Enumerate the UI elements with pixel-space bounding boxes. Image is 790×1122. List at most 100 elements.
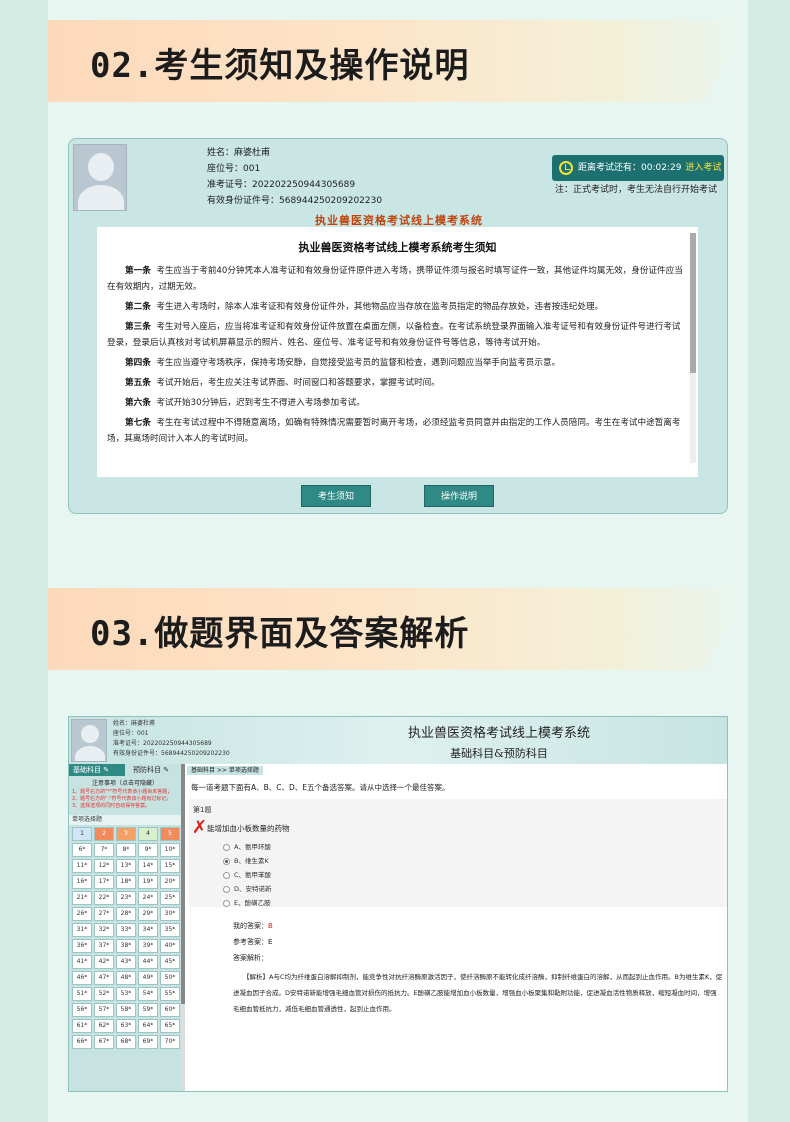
question-cell[interactable]: 61* bbox=[72, 1019, 92, 1033]
question-cell[interactable]: 30* bbox=[160, 907, 180, 921]
question-cell[interactable]: 58* bbox=[116, 1003, 136, 1017]
question-cell[interactable]: 54* bbox=[138, 987, 158, 1001]
question-cell[interactable]: 9* bbox=[138, 843, 158, 857]
article: 第三条 考生对号入座后，应当将准考证和有效身份证件放置在桌面左侧，以备检查。在考… bbox=[107, 322, 681, 348]
question-cell[interactable]: 37* bbox=[94, 939, 114, 953]
question-cell[interactable]: 35* bbox=[160, 923, 180, 937]
question-cell[interactable]: 57* bbox=[94, 1003, 114, 1017]
question-cell[interactable]: 10* bbox=[160, 843, 180, 857]
exam-notice-panel: 姓名：麻婆杜甫 座位号：001 准考证号：202202250944305689 … bbox=[68, 138, 728, 514]
question-cell[interactable]: 65* bbox=[160, 1019, 180, 1033]
question-cell[interactable]: 44* bbox=[138, 955, 158, 969]
question-cell[interactable]: 3 bbox=[116, 827, 136, 841]
question-cell[interactable]: 17* bbox=[94, 875, 114, 889]
question-cell[interactable]: 56* bbox=[72, 1003, 92, 1017]
question-cell[interactable]: 31* bbox=[72, 923, 92, 937]
question-cell[interactable]: 28* bbox=[116, 907, 136, 921]
option-a[interactable]: A、氨甲环酸 bbox=[223, 841, 271, 851]
question-cell[interactable]: 22* bbox=[94, 891, 114, 905]
question-cell[interactable]: 15* bbox=[160, 859, 180, 873]
question-cell[interactable]: 69* bbox=[138, 1035, 158, 1049]
question-cell[interactable]: 48* bbox=[116, 971, 136, 985]
question-cell[interactable]: 68* bbox=[116, 1035, 136, 1049]
article: 第七条 考生在考试过程中不得随意离场，如确有特殊情况需要暂时离开考场，必须经监考… bbox=[107, 418, 681, 444]
question-cell[interactable]: 46* bbox=[72, 971, 92, 985]
operation-button[interactable]: 操作说明 bbox=[424, 485, 494, 507]
question-cell[interactable]: 40* bbox=[160, 939, 180, 953]
enter-exam-button[interactable]: 进入考试 bbox=[685, 163, 721, 173]
nav-scrollbar[interactable] bbox=[181, 764, 185, 1091]
question-cell[interactable]: 64* bbox=[138, 1019, 158, 1033]
question-cell[interactable]: 49* bbox=[138, 971, 158, 985]
question-cell[interactable]: 52* bbox=[94, 987, 114, 1001]
question-cell[interactable]: 27* bbox=[94, 907, 114, 921]
option-b[interactable]: B、维生素K bbox=[223, 855, 269, 865]
question-cell[interactable]: 5 bbox=[160, 827, 180, 841]
option-e[interactable]: E、酚磺乙胺 bbox=[223, 897, 271, 907]
question-cell[interactable]: 18* bbox=[116, 875, 136, 889]
question-cell[interactable]: 26* bbox=[72, 907, 92, 921]
notice-button[interactable]: 考生须知 bbox=[301, 485, 371, 507]
reference-answer: 参考答案：E bbox=[233, 938, 273, 946]
question-cell[interactable]: 53* bbox=[116, 987, 136, 1001]
avatar bbox=[73, 144, 127, 211]
question-cell[interactable]: 60* bbox=[160, 1003, 180, 1017]
question-cell[interactable]: 20* bbox=[160, 875, 180, 889]
question-cell[interactable]: 6* bbox=[72, 843, 92, 857]
candidate-name: 姓名：麻婆杜甫 bbox=[207, 148, 271, 158]
system-title: 执业兽医资格考试线上模考系统 bbox=[315, 214, 483, 227]
option-d[interactable]: D、安特诺新 bbox=[223, 883, 272, 893]
question-cell[interactable]: 70* bbox=[160, 1035, 180, 1049]
question-cell[interactable]: 62* bbox=[94, 1019, 114, 1033]
question-cell[interactable]: 39* bbox=[138, 939, 158, 953]
question-cell[interactable]: 63* bbox=[116, 1019, 136, 1033]
option-c[interactable]: C、氨甲苯酸 bbox=[223, 869, 271, 879]
exam-title: 执业兽医资格考试线上模考系统 bbox=[407, 726, 590, 741]
question-cell[interactable]: 43* bbox=[116, 955, 136, 969]
question-cell[interactable]: 1 bbox=[72, 827, 92, 841]
question-cell[interactable]: 38* bbox=[116, 939, 136, 953]
notice-document[interactable]: 执业兽医资格考试线上模考系统考生须知 第一条 考生应当于考前40分钟凭本人准考证… bbox=[97, 227, 698, 477]
radio-icon bbox=[223, 885, 230, 893]
question-cell[interactable]: 33* bbox=[116, 923, 136, 937]
question-cell[interactable]: 25* bbox=[160, 891, 180, 905]
notice-toggle[interactable]: 注意事项（点击可隐藏） bbox=[69, 778, 181, 787]
question-cell[interactable]: 45* bbox=[160, 955, 180, 969]
question-cell[interactable]: 42* bbox=[94, 955, 114, 969]
question-cell[interactable]: 21* bbox=[72, 891, 92, 905]
instruction: 每一道考题下面有A、B、C、D、E五个备选答案。请从中选择一个最佳答案。 bbox=[191, 783, 450, 792]
question-cell[interactable]: 16* bbox=[72, 875, 92, 889]
question-cell[interactable]: 29* bbox=[138, 907, 158, 921]
question-cell[interactable]: 14* bbox=[138, 859, 158, 873]
exam-header: 姓名：麻婆杜甫 座位号：001 准考证号：202202250944305689 … bbox=[69, 717, 727, 764]
question-cell[interactable]: 32* bbox=[94, 923, 114, 937]
question-cell[interactable]: 23* bbox=[116, 891, 136, 905]
question-cell[interactable]: 59* bbox=[138, 1003, 158, 1017]
wrong-icon: ✗ bbox=[192, 817, 208, 838]
question-cell[interactable]: 67* bbox=[94, 1035, 114, 1049]
question-cell[interactable]: 12* bbox=[94, 859, 114, 873]
question-nav: 基础科目 ✎ 预防科目 ✎ 注意事项（点击可隐藏） 1、题号右方的"*"符号代表… bbox=[69, 764, 181, 1091]
avatar bbox=[71, 719, 107, 762]
question-cell[interactable]: 4 bbox=[138, 827, 158, 841]
question-cell[interactable]: 66* bbox=[72, 1035, 92, 1049]
candidate-info: 姓名：麻婆杜甫 座位号：001 准考证号：202202250944305689 … bbox=[113, 719, 230, 759]
question-cell[interactable]: 24* bbox=[138, 891, 158, 905]
tab-basic[interactable]: 基础科目 ✎ bbox=[69, 764, 125, 776]
section-banner-03: 03.做题界面及答案解析 bbox=[48, 588, 748, 670]
question-cell[interactable]: 47* bbox=[94, 971, 114, 985]
question-cell[interactable]: 55* bbox=[160, 987, 180, 1001]
question-cell[interactable]: 8* bbox=[116, 843, 136, 857]
question-cell[interactable]: 36* bbox=[72, 939, 92, 953]
tab-prevent[interactable]: 预防科目 ✎ bbox=[125, 764, 181, 776]
question-cell[interactable]: 13* bbox=[116, 859, 136, 873]
question-cell[interactable]: 41* bbox=[72, 955, 92, 969]
question-cell[interactable]: 7* bbox=[94, 843, 114, 857]
question-cell[interactable]: 34* bbox=[138, 923, 158, 937]
question-cell[interactable]: 50* bbox=[160, 971, 180, 985]
document-scrollbar[interactable] bbox=[690, 233, 696, 463]
question-cell[interactable]: 19* bbox=[138, 875, 158, 889]
question-cell[interactable]: 11* bbox=[72, 859, 92, 873]
question-cell[interactable]: 2 bbox=[94, 827, 114, 841]
question-cell[interactable]: 51* bbox=[72, 987, 92, 1001]
